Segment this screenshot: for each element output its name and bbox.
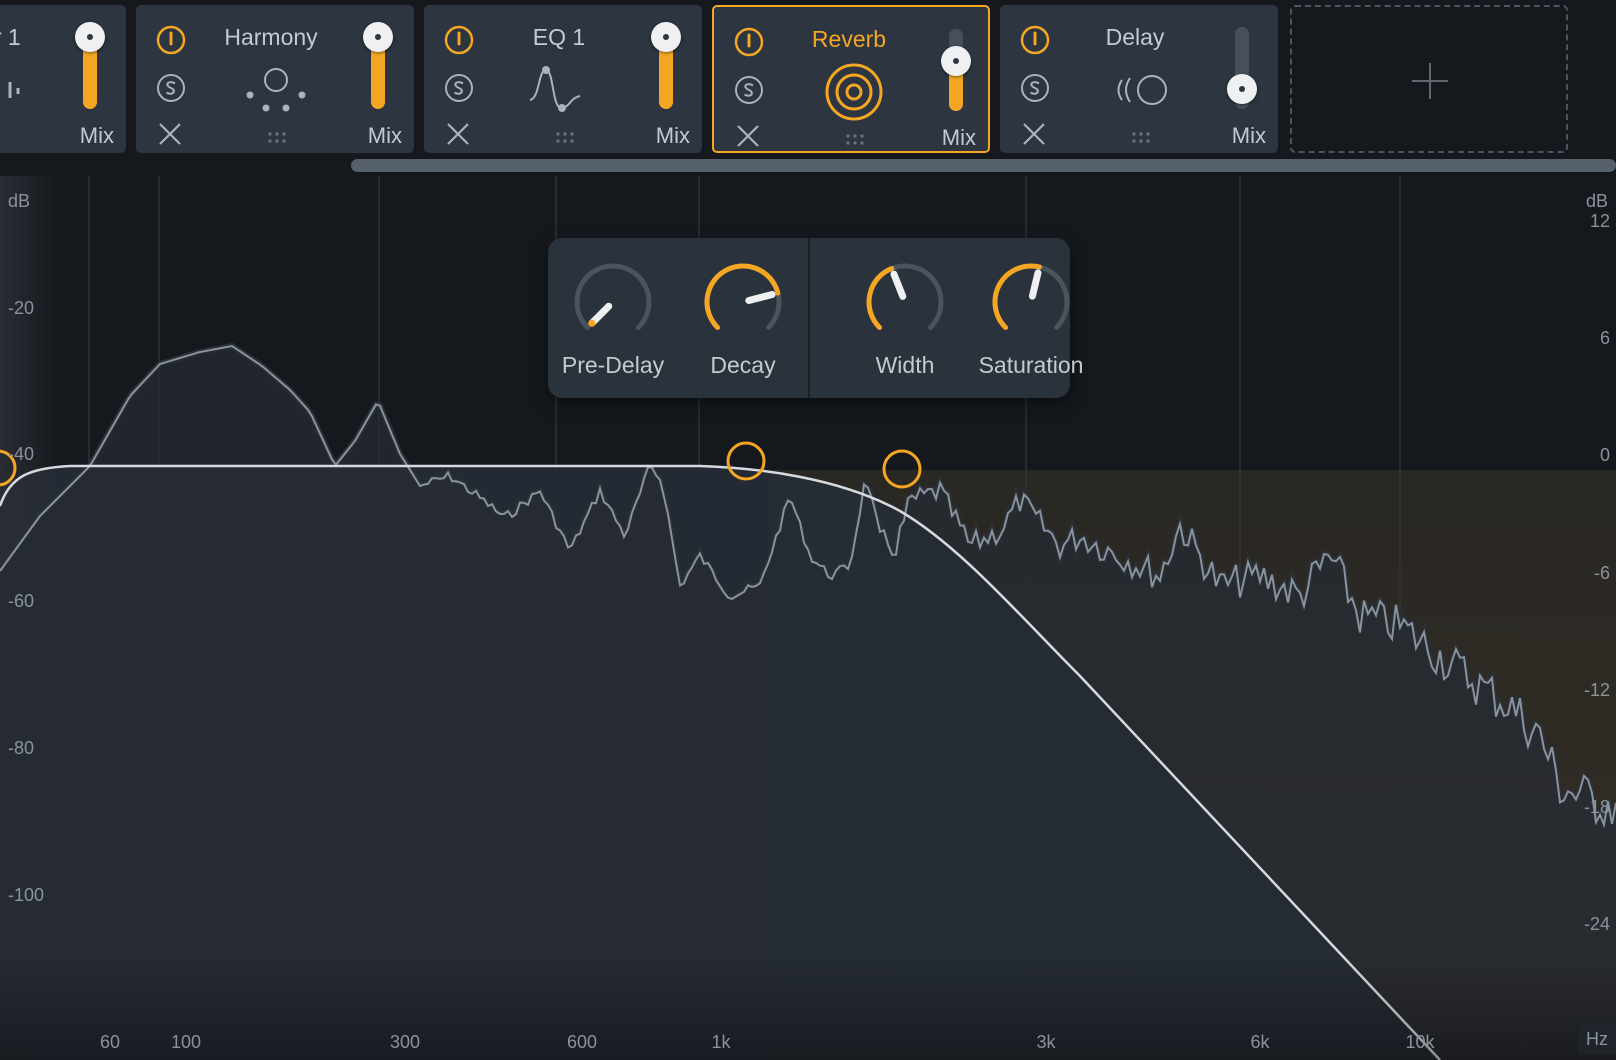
close-icon[interactable] <box>445 121 471 147</box>
module-reverb[interactable]: Reverb Mix <box>712 5 990 153</box>
power-icon[interactable] <box>734 27 764 57</box>
compressor-icon <box>8 82 20 98</box>
freq-tick-label: 1k <box>711 1032 731 1052</box>
module-name: Reverb <box>811 26 887 52</box>
freq-tick-label: 6k <box>1250 1032 1270 1052</box>
drag-handle-icon[interactable] <box>556 131 576 145</box>
knob-width[interactable]: Width <box>840 260 970 379</box>
left-tick-label: -40 <box>8 444 34 464</box>
right-tick-label: 12 <box>1590 211 1610 231</box>
drag-handle-icon[interactable] <box>1132 131 1152 145</box>
freq-tick-label: 300 <box>390 1032 420 1052</box>
left-tick-label: -60 <box>8 591 34 611</box>
freq-tick-label: 600 <box>567 1032 597 1052</box>
plus-icon <box>1412 63 1448 99</box>
bottom-shade <box>0 956 1616 1060</box>
chain-scrollbar[interactable] <box>351 159 1616 172</box>
module-chain-bar: essor 1MixHarmonyMixEQ 1MixReverbMixDela… <box>0 0 1616 176</box>
module-name: Harmony <box>224 24 318 50</box>
mix-label: Mix <box>655 123 690 148</box>
reverb-parameter-panel: Pre-Delay Decay Width Saturation <box>548 238 1083 398</box>
freq-tick-label: 3k <box>1036 1032 1056 1052</box>
harmony-icon <box>246 68 306 112</box>
knob-label: Pre-Delay <box>561 352 665 378</box>
reverb-icon <box>825 63 883 121</box>
right-tick-label: -18 <box>1584 797 1610 817</box>
solo-icon[interactable] <box>444 73 474 103</box>
right-tick-label: -24 <box>1584 914 1610 934</box>
mix-slider[interactable] <box>1227 27 1257 109</box>
module-essor-1[interactable]: essor 1 Mix <box>0 5 126 153</box>
drag-handle-icon[interactable] <box>846 133 866 147</box>
right-axis-unit: dB <box>1586 191 1608 211</box>
power-icon[interactable] <box>156 25 186 55</box>
frequency-unit: Hz <box>1586 1029 1608 1049</box>
knob-label: Width <box>875 352 935 378</box>
mix-slider-thumb[interactable] <box>1227 74 1257 104</box>
add-module-slot[interactable] <box>1290 5 1568 153</box>
left-tick-label: -20 <box>8 298 34 318</box>
mix-slider-thumb[interactable] <box>651 22 681 52</box>
mix-label: Mix <box>79 123 114 148</box>
right-tick-label: 0 <box>1600 445 1610 465</box>
knob-pre-delay[interactable]: Pre-Delay <box>548 260 678 379</box>
left-tick-label: -80 <box>8 738 34 758</box>
panel-divider <box>808 238 810 398</box>
right-tick-label: -6 <box>1594 563 1610 583</box>
module-delay[interactable]: Delay Mix <box>1000 5 1278 153</box>
mix-slider[interactable] <box>363 22 393 109</box>
mix-label: Mix <box>941 125 976 150</box>
right-tick-label: 6 <box>1600 328 1610 348</box>
module-name: Delay <box>1105 24 1165 50</box>
mix-slider[interactable] <box>75 22 105 109</box>
decay-dial[interactable] <box>701 260 785 344</box>
eq-icon <box>529 66 581 112</box>
mix-slider[interactable] <box>651 22 681 109</box>
knob-label: Decay <box>710 352 776 378</box>
mix-label: Mix <box>367 123 402 148</box>
mix-slider-thumb[interactable] <box>941 45 971 76</box>
saturation-dial[interactable] <box>989 260 1073 344</box>
power-icon[interactable] <box>1020 25 1050 55</box>
power-icon[interactable] <box>444 25 474 55</box>
right-tick-label: -12 <box>1584 680 1610 700</box>
knob-decay[interactable]: Decay <box>678 260 808 379</box>
mix-slider-thumb[interactable] <box>75 22 105 52</box>
solo-icon[interactable] <box>156 73 186 103</box>
delay-icon <box>1117 75 1167 105</box>
freq-tick-label: 60 <box>100 1032 120 1052</box>
mix-slider[interactable] <box>941 29 971 111</box>
solo-icon[interactable] <box>1020 73 1050 103</box>
module-name: essor 1 <box>0 24 21 50</box>
module-harmony[interactable]: Harmony Mix <box>136 5 414 153</box>
knob-saturation[interactable]: Saturation <box>966 260 1096 379</box>
drag-handle-icon[interactable] <box>268 131 288 145</box>
left-tick-label: -100 <box>8 885 44 905</box>
close-icon[interactable] <box>157 121 183 147</box>
close-icon[interactable] <box>1021 121 1047 147</box>
pre-delay-dial[interactable] <box>571 260 655 344</box>
width-dial[interactable] <box>863 260 947 344</box>
mix-label: Mix <box>1231 123 1266 148</box>
left-axis-unit: dB <box>8 191 30 211</box>
mix-slider-thumb[interactable] <box>363 22 393 52</box>
knob-label: Saturation <box>978 352 1084 378</box>
freq-tick-label: 100 <box>171 1032 201 1052</box>
solo-icon[interactable] <box>734 75 764 105</box>
module-eq-1[interactable]: EQ 1 Mix <box>424 5 702 153</box>
freq-tick-label: 10k <box>1405 1032 1435 1052</box>
module-name: EQ 1 <box>532 24 586 50</box>
close-icon[interactable] <box>735 123 761 149</box>
